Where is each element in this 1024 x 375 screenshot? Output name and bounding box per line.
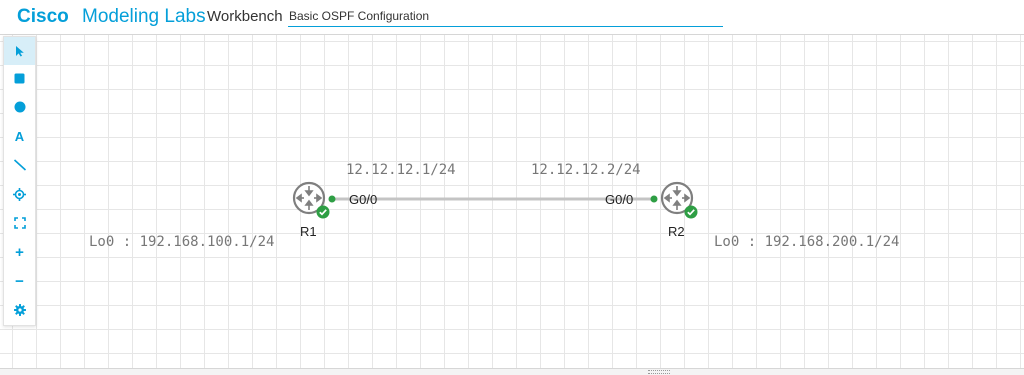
gear-icon xyxy=(13,304,26,316)
status-ok-icon xyxy=(316,205,330,219)
annotation-r2-ip[interactable]: 12.12.12.2/24 xyxy=(531,162,641,178)
router-node-r1[interactable] xyxy=(292,181,330,219)
plus-icon: + xyxy=(15,243,24,261)
annotation-r1-ip[interactable]: 12.12.12.1/24 xyxy=(346,162,456,178)
router-node-r2[interactable] xyxy=(660,181,698,219)
link-layer xyxy=(328,195,658,203)
interface-label-r2: G0/0 xyxy=(605,192,634,207)
zoom-in-button[interactable]: + xyxy=(4,238,35,266)
section-title: Workbench xyxy=(207,8,283,25)
line-icon xyxy=(13,159,26,171)
pointer-icon xyxy=(15,46,24,57)
square-icon xyxy=(14,73,25,83)
zoom-out-button[interactable]: − xyxy=(4,267,35,295)
grip-icon xyxy=(648,370,670,374)
minus-icon: − xyxy=(15,272,24,290)
fit-screen-icon xyxy=(13,217,26,229)
status-ok-icon xyxy=(684,205,698,219)
node-label-r1[interactable]: R1 xyxy=(300,224,317,239)
lab-title-input[interactable] xyxy=(288,6,723,27)
drawing-toolbar: A + − xyxy=(3,36,36,326)
ellipse-tool-button[interactable] xyxy=(4,93,35,121)
crosshair-icon xyxy=(13,187,26,201)
rectangle-tool-button[interactable] xyxy=(4,64,35,92)
center-view-button[interactable] xyxy=(4,180,35,208)
node-label-r2[interactable]: R2 xyxy=(668,224,685,239)
brand-logo-cisco[interactable]: Cisco xyxy=(17,6,69,28)
top-bar: Cisco Modeling Labs Workbench xyxy=(0,0,1024,35)
interface-dot-r2 xyxy=(650,195,658,203)
select-tool-button[interactable] xyxy=(4,37,35,65)
text-icon: A xyxy=(14,128,25,144)
text-tool-button[interactable]: A xyxy=(4,122,35,150)
annotation-r1-loopback[interactable]: Lo0 : 192.168.100.1/24 xyxy=(89,234,274,250)
fit-to-screen-button[interactable] xyxy=(4,209,35,237)
settings-button[interactable] xyxy=(4,296,35,324)
interface-dot-r1 xyxy=(328,195,336,203)
annotation-r2-loopback[interactable]: Lo0 : 192.168.200.1/24 xyxy=(714,234,899,250)
line-tool-button[interactable] xyxy=(4,151,35,179)
topology-canvas[interactable]: R1 R2 G0/0 G0/0 12.12.12.1/24 12.12.12.2… xyxy=(0,35,1024,368)
brand-product-name[interactable]: Modeling Labs xyxy=(82,6,206,28)
interface-label-r1: G0/0 xyxy=(349,192,378,207)
circle-icon xyxy=(14,101,25,113)
